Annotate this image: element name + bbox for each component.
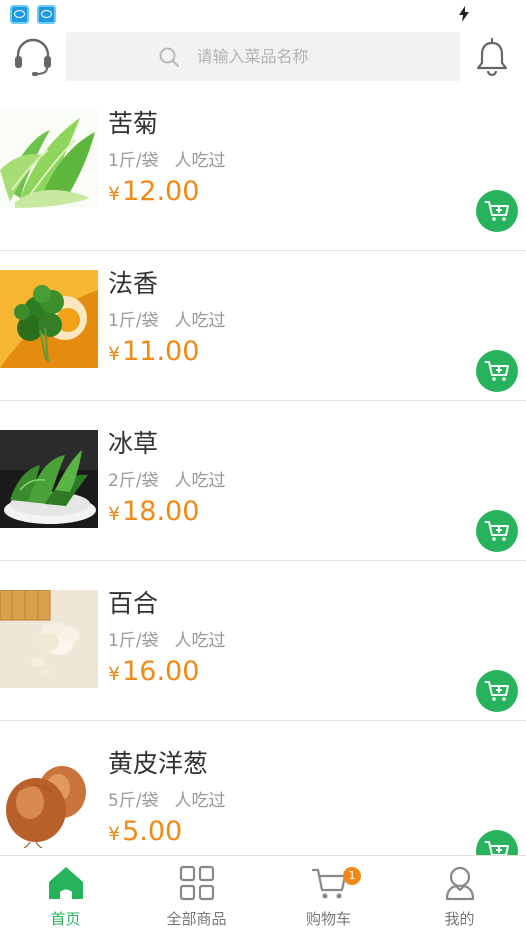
search-bar[interactable] bbox=[66, 32, 460, 81]
product-name[interactable]: 黄皮洋葱 bbox=[108, 744, 208, 780]
bell-notification-icon[interactable] bbox=[470, 35, 514, 79]
product-eaten-label: 人吃过 bbox=[174, 631, 226, 651]
product-price: ¥18.00 bbox=[108, 496, 199, 527]
product-unit: 1斤/袋 bbox=[108, 311, 159, 331]
divider bbox=[0, 400, 526, 401]
product-list[interactable]: 苦菊 1斤/袋 人吃过 ¥12.00 法香 1斤/袋 人吃过 ¥11.00 冰草… bbox=[0, 90, 526, 855]
product-spec: 5斤/袋 人吃过 bbox=[108, 786, 226, 811]
cart-plus-icon bbox=[485, 201, 509, 221]
charging-bolt-icon bbox=[459, 6, 469, 22]
user-icon bbox=[445, 866, 474, 901]
divider bbox=[0, 720, 526, 721]
add-to-cart-button[interactable] bbox=[476, 350, 518, 392]
home-icon bbox=[48, 867, 83, 899]
product-unit: 2斤/袋 bbox=[108, 471, 159, 491]
price-value: 5.00 bbox=[122, 816, 183, 847]
frisee-endive-photo[interactable] bbox=[0, 110, 98, 208]
add-to-cart-button[interactable] bbox=[476, 510, 518, 552]
tab-label: 购物车 bbox=[305, 910, 351, 928]
tab-label: 我的 bbox=[444, 910, 475, 928]
product-item[interactable]: 百合 1斤/袋 人吃过 ¥16.00 bbox=[0, 570, 526, 730]
tab-all-products[interactable]: 全部商品 bbox=[131, 856, 262, 936]
currency-symbol: ¥ bbox=[108, 183, 121, 205]
tab-profile[interactable]: 我的 bbox=[394, 856, 525, 936]
price-value: 11.00 bbox=[122, 336, 200, 367]
top-bar bbox=[0, 28, 526, 90]
product-eaten-label: 人吃过 bbox=[174, 791, 226, 811]
currency-symbol: ¥ bbox=[108, 343, 121, 365]
search-input[interactable] bbox=[196, 47, 347, 66]
app-notification-icon bbox=[10, 5, 29, 24]
yellow-onion-photo[interactable] bbox=[0, 750, 98, 848]
currency-symbol: ¥ bbox=[108, 503, 121, 525]
product-item[interactable]: 苦菊 1斤/袋 人吃过 ¥12.00 bbox=[0, 90, 526, 250]
currency-symbol: ¥ bbox=[108, 663, 121, 685]
status-bar bbox=[0, 0, 526, 28]
price-value: 12.00 bbox=[122, 176, 200, 207]
product-price: ¥11.00 bbox=[108, 336, 199, 367]
tab-label: 全部商品 bbox=[166, 910, 227, 928]
product-eaten-label: 人吃过 bbox=[174, 311, 226, 331]
product-spec: 1斤/袋 人吃过 bbox=[108, 306, 226, 331]
add-to-cart-button[interactable] bbox=[476, 670, 518, 712]
add-to-cart-button[interactable] bbox=[476, 190, 518, 232]
product-name[interactable]: 苦菊 bbox=[108, 104, 158, 140]
product-item[interactable]: 冰草 2斤/袋 人吃过 ¥18.00 bbox=[0, 410, 526, 570]
cart-plus-icon bbox=[485, 841, 509, 855]
product-spec: 2斤/袋 人吃过 bbox=[108, 466, 226, 491]
cart-plus-icon bbox=[485, 361, 509, 381]
currency-symbol: ¥ bbox=[108, 823, 121, 845]
product-name[interactable]: 法香 bbox=[108, 264, 158, 300]
product-unit: 1斤/袋 bbox=[108, 151, 159, 171]
bottom-tab-bar: 首页 全部商品 购物车 1 我的 bbox=[0, 855, 526, 935]
cart-badge: 1 bbox=[343, 867, 361, 885]
grid-icon bbox=[179, 865, 214, 901]
ice-plant-photo[interactable] bbox=[0, 430, 98, 528]
product-price: ¥16.00 bbox=[108, 656, 199, 687]
divider bbox=[0, 560, 526, 561]
product-unit: 5斤/袋 bbox=[108, 791, 159, 811]
product-name[interactable]: 百合 bbox=[108, 584, 158, 620]
product-eaten-label: 人吃过 bbox=[174, 151, 226, 171]
product-item[interactable]: 法香 1斤/袋 人吃过 ¥11.00 bbox=[0, 250, 526, 410]
parsley-photo[interactable] bbox=[0, 270, 98, 368]
product-item[interactable]: 黄皮洋葱 5斤/袋 人吃过 ¥5.00 bbox=[0, 730, 526, 855]
headset-customer-service-icon[interactable] bbox=[11, 35, 55, 79]
product-price: ¥12.00 bbox=[108, 176, 199, 207]
cart-icon bbox=[311, 868, 346, 899]
product-eaten-label: 人吃过 bbox=[174, 471, 226, 491]
app-notification-icon bbox=[37, 5, 56, 24]
cart-plus-icon bbox=[485, 681, 509, 701]
product-spec: 1斤/袋 人吃过 bbox=[108, 626, 226, 651]
tab-label: 首页 bbox=[50, 910, 81, 928]
tab-cart[interactable]: 购物车 bbox=[263, 856, 394, 936]
price-value: 16.00 bbox=[122, 656, 200, 687]
add-to-cart-button[interactable] bbox=[476, 830, 518, 855]
price-value: 18.00 bbox=[122, 496, 200, 527]
product-price: ¥5.00 bbox=[108, 816, 182, 847]
product-name[interactable]: 冰草 bbox=[108, 424, 158, 460]
product-spec: 1斤/袋 人吃过 bbox=[108, 146, 226, 171]
search-icon bbox=[159, 47, 179, 67]
product-unit: 1斤/袋 bbox=[108, 631, 159, 651]
lily-bulb-photo[interactable] bbox=[0, 590, 98, 688]
cart-plus-icon bbox=[485, 521, 509, 541]
tab-home[interactable]: 首页 bbox=[0, 856, 131, 936]
